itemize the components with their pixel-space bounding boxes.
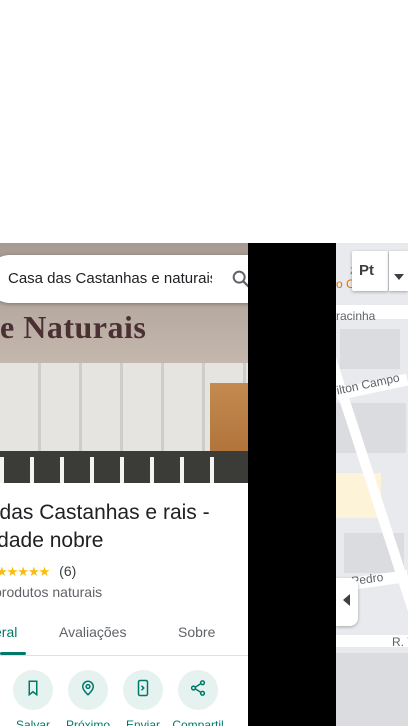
map-layer-button[interactable]: Pt: [352, 251, 388, 291]
search-icon[interactable]: [230, 268, 248, 290]
street-label: racinha: [336, 309, 376, 323]
window-bars: [0, 457, 222, 483]
send-label: Enviar: [125, 718, 160, 726]
chevron-down-icon: [394, 267, 404, 285]
place-title: a das Castanhas e rais - cidade nobre: [0, 501, 210, 552]
tab-overview[interactable]: eral: [0, 624, 17, 640]
share-icon: [189, 679, 207, 702]
collapse-panel-button[interactable]: [336, 578, 358, 626]
map-block: [340, 329, 400, 369]
tab-about[interactable]: Sobre: [178, 624, 215, 640]
bookmark-icon: [24, 679, 42, 702]
blank-area: [0, 0, 408, 243]
chevron-left-icon: [343, 593, 351, 611]
share-button[interactable]: [178, 670, 218, 710]
place-panel: e Naturais Casa das Castanhas e naturais…: [0, 243, 248, 726]
map-view[interactable]: zz o C racinha ilton Campo m Pedro R. V …: [336, 243, 408, 726]
review-count[interactable]: (6): [59, 563, 76, 579]
place-category[interactable]: produtos naturais: [0, 584, 102, 600]
action-row: Salvar Próximo Enviar Compartil: [0, 670, 248, 726]
save-label: Salvar: [15, 718, 50, 726]
black-gap: [248, 243, 336, 726]
tab-bar: eral Avaliações Sobre: [0, 610, 248, 656]
send-to-phone-icon: [134, 679, 152, 702]
nearby-icon: [79, 679, 97, 702]
search-box[interactable]: Casa das Castanhas e naturais: [0, 255, 248, 303]
share-label: Compartil: [172, 718, 224, 726]
sign-text: e Naturais: [0, 309, 147, 345]
send-to-phone-button[interactable]: [123, 670, 163, 710]
nearby-label: Próximo: [65, 718, 110, 726]
map-block: [336, 653, 408, 726]
rating-row[interactable]: ★★★★★ (6): [0, 563, 76, 581]
save-button[interactable]: [13, 670, 53, 710]
street-label: R. V: [392, 635, 408, 649]
nearby-button[interactable]: [68, 670, 108, 710]
layer-dropdown-button[interactable]: [389, 251, 408, 291]
tab-indicator: [0, 652, 26, 655]
tab-reviews[interactable]: Avaliações: [59, 624, 126, 640]
rating-stars: ★★★★★: [0, 564, 50, 579]
layer-button-label: Pt: [359, 262, 374, 279]
search-input[interactable]: Casa das Castanhas e naturais: [8, 270, 212, 287]
